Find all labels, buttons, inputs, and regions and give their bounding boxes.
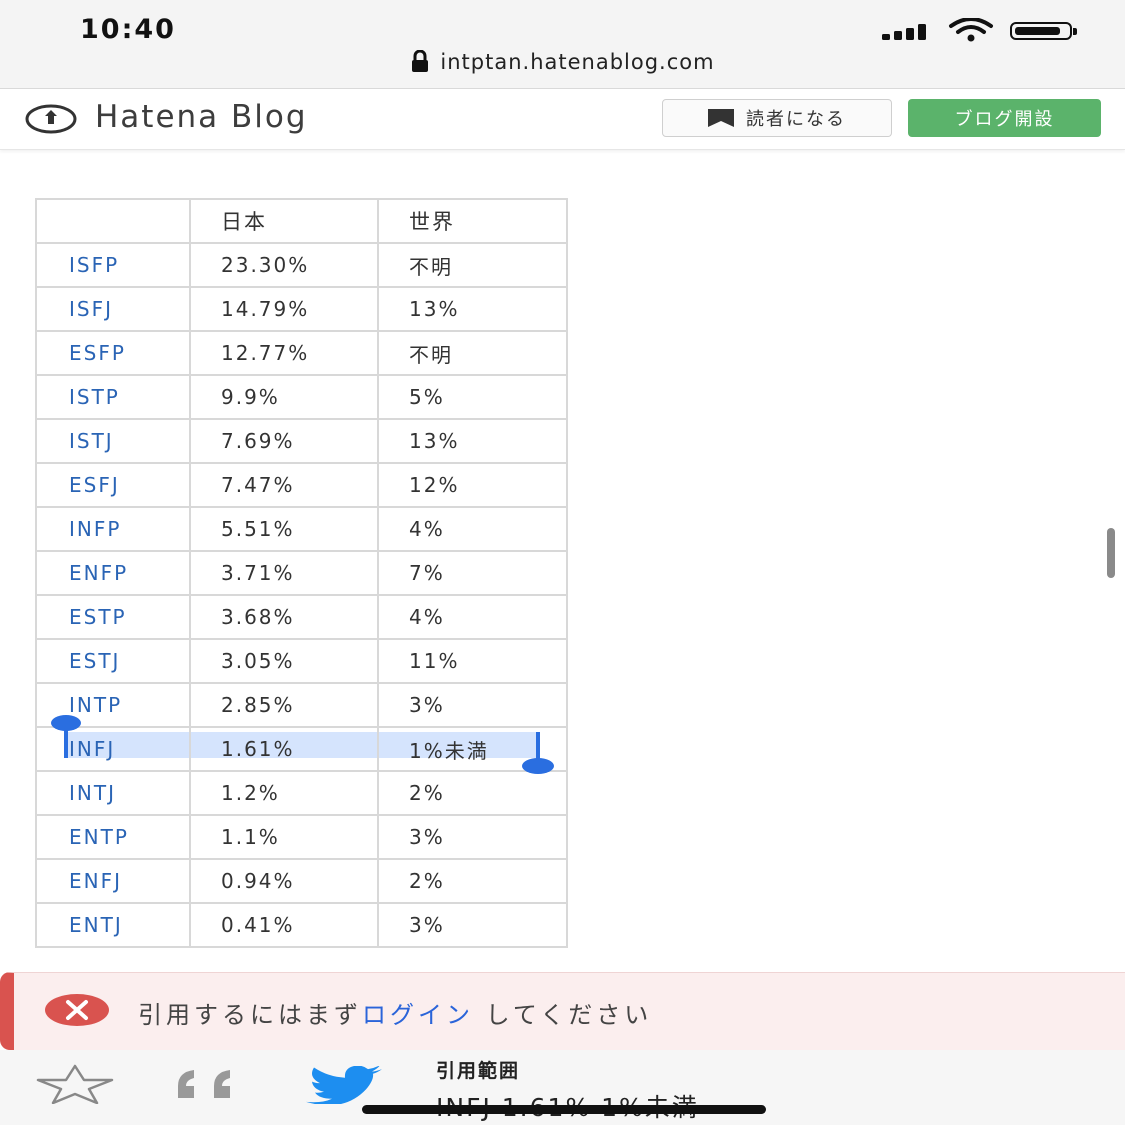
table-row: ESFJ 7.47% 12% [35, 462, 568, 508]
type-link[interactable]: ISTP [35, 374, 191, 420]
table-row: INTJ 1.2% 2% [35, 770, 568, 816]
japan-cell: 14.79% [189, 286, 379, 332]
japan-cell: 7.69% [189, 418, 379, 464]
wifi-icon [949, 18, 993, 42]
quote-range-label: 引用範囲 [436, 1060, 521, 1082]
japan-cell: 1.61% [189, 726, 379, 772]
japan-cell: 1.2% [189, 770, 379, 816]
japan-cell: 9.9% [189, 374, 379, 420]
selection-start-handle[interactable] [51, 715, 81, 758]
japan-cell: 3.05% [189, 638, 379, 684]
error-x-icon [45, 994, 109, 1026]
table-row: ENTP 1.1% 3% [35, 814, 568, 860]
cellular-signal-icon [882, 24, 926, 40]
japan-cell: 3.71% [189, 550, 379, 596]
table-row: ISTP 9.9% 5% [35, 374, 568, 420]
table-row: ISFJ 14.79% 13% [35, 286, 568, 332]
login-required-message: 引用するにはまずログイン してください [138, 995, 652, 1030]
blog-header: Hatena Blog 読者になる ブログ開設 [0, 89, 1125, 150]
scrollbar-thumb[interactable] [1107, 528, 1115, 578]
url-text: intptan.hatenablog.com [440, 50, 715, 74]
table-header-cell [35, 198, 191, 244]
type-link[interactable]: ENTP [35, 814, 191, 860]
type-link[interactable]: ENTJ [35, 902, 191, 948]
battery-icon [1010, 22, 1077, 40]
login-required-banner: 引用するにはまずログイン してください [0, 972, 1125, 1050]
japan-cell: 12.77% [189, 330, 379, 376]
table-row: ENFJ 0.94% 2% [35, 858, 568, 904]
table-row: ENFP 3.71% 7% [35, 550, 568, 596]
mbti-ratio-table: 日本 世界 ISFP 23.30% 不明 ISFJ 14.79% 13% ESF… [35, 198, 568, 948]
type-link[interactable]: ESFP [35, 330, 191, 376]
message-prefix: 引用するにはまず [138, 1001, 362, 1029]
become-reader-button[interactable]: 読者になる [662, 99, 892, 137]
table-row-selected: INFJ 1.61% 1%未満 [35, 726, 568, 772]
type-link[interactable]: ENFJ [35, 858, 191, 904]
message-suffix: してください [474, 1001, 653, 1029]
japan-cell: 23.30% [189, 242, 379, 288]
type-link[interactable]: INFJ [35, 726, 191, 772]
url-bar[interactable]: intptan.hatenablog.com [0, 50, 1125, 74]
table-row: ISFP 23.30% 不明 [35, 242, 568, 288]
table-header-row: 日本 世界 [35, 198, 568, 244]
status-bar: 10:40 intptan.hatenablog.com [0, 0, 1125, 89]
type-link[interactable]: INFP [35, 506, 191, 552]
open-blog-button[interactable]: ブログ開設 [908, 99, 1101, 137]
world-cell: 4% [377, 594, 568, 640]
table-row: ESTP 3.68% 4% [35, 594, 568, 640]
table-header-japan: 日本 [189, 198, 379, 244]
japan-cell: 0.94% [189, 858, 379, 904]
table-row: INFP 5.51% 4% [35, 506, 568, 552]
world-cell: 不明 [377, 330, 568, 376]
world-cell: 7% [377, 550, 568, 596]
type-link[interactable]: ISFP [35, 242, 191, 288]
twitter-icon[interactable] [304, 1066, 384, 1104]
japan-cell: 2.85% [189, 682, 379, 728]
type-link[interactable]: ISFJ [35, 286, 191, 332]
japan-cell: 0.41% [189, 902, 379, 948]
world-cell: 不明 [377, 242, 568, 288]
lock-icon [412, 50, 429, 72]
bookmark-icon [708, 109, 734, 127]
quote-icon[interactable] [174, 1068, 246, 1102]
selection-end-handle[interactable] [522, 732, 554, 774]
star-icon[interactable] [36, 1064, 114, 1104]
table-row: ESFP 12.77% 不明 [35, 330, 568, 376]
world-cell: 3% [377, 682, 568, 728]
type-link[interactable]: ESFJ [35, 462, 191, 508]
japan-cell: 5.51% [189, 506, 379, 552]
type-link[interactable]: INTJ [35, 770, 191, 816]
table-row: ENTJ 0.41% 3% [35, 902, 568, 948]
type-link[interactable]: ISTJ [35, 418, 191, 464]
world-cell: 13% [377, 418, 568, 464]
world-cell: 2% [377, 858, 568, 904]
status-time: 10:40 [80, 14, 176, 45]
table-row: ISTJ 7.69% 13% [35, 418, 568, 464]
table-header-world: 世界 [377, 198, 568, 244]
world-cell: 13% [377, 286, 568, 332]
hatena-logo-icon [25, 104, 77, 134]
become-reader-label: 読者になる [746, 109, 846, 130]
world-cell: 5% [377, 374, 568, 420]
table-row: INTP 2.85% 3% [35, 682, 568, 728]
japan-cell: 3.68% [189, 594, 379, 640]
world-cell: 11% [377, 638, 568, 684]
world-cell: 3% [377, 814, 568, 860]
world-cell: 4% [377, 506, 568, 552]
world-cell: 3% [377, 902, 568, 948]
blog-logo-text[interactable]: Hatena Blog [95, 99, 308, 135]
type-link[interactable]: ESTJ [35, 638, 191, 684]
type-link[interactable]: ENFP [35, 550, 191, 596]
table-row: ESTJ 3.05% 11% [35, 638, 568, 684]
home-indicator[interactable] [362, 1105, 766, 1114]
login-link[interactable]: ログイン [362, 1001, 474, 1029]
world-cell: 12% [377, 462, 568, 508]
world-cell: 2% [377, 770, 568, 816]
type-link[interactable]: ESTP [35, 594, 191, 640]
japan-cell: 1.1% [189, 814, 379, 860]
japan-cell: 7.47% [189, 462, 379, 508]
